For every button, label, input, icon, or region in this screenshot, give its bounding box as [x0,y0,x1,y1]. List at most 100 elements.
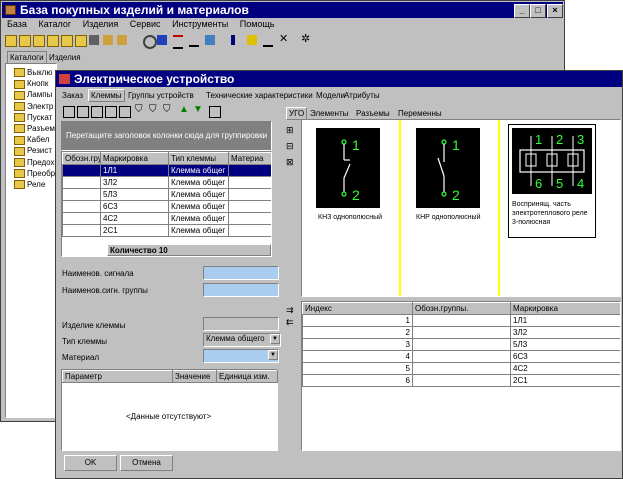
folder-delete-icon[interactable] [61,35,73,47]
table-cell[interactable] [412,314,511,327]
close-button[interactable]: × [547,4,563,18]
table-row[interactable]: 6С3 Клемма общег [62,200,271,213]
table-cell[interactable] [62,176,101,189]
attach-icon[interactable] [263,35,273,47]
chevron-down-icon[interactable]: ▼ [268,350,278,360]
column-header[interactable]: Материа [228,152,271,165]
table-cell[interactable]: Клемма общег [168,164,229,177]
table-cell[interactable] [62,188,101,201]
minimize-button[interactable]: _ [514,4,530,18]
tree-item[interactable]: Пускат [14,112,56,123]
chevron-down-icon[interactable]: ▼ [270,334,280,344]
tab-device-groups[interactable]: Группы устройств [128,90,194,101]
back-tab-catalogs[interactable]: Каталоги [7,51,47,63]
column-header[interactable]: Обозн.группы [62,152,101,165]
material-select[interactable]: ▼ [203,349,279,363]
catalog-tree[interactable]: Выклю Кнопк Лампы Электр Пускат Разъем Кабел Ре… [5,63,57,418]
info-icon[interactable] [231,35,235,45]
table-cell[interactable]: 1Л1 [510,314,620,327]
signal-name-input[interactable] [203,266,279,280]
table-cell[interactable] [228,188,271,201]
menu-item-base[interactable]: База [7,19,27,29]
table-cell[interactable]: 1Л1 [100,164,169,177]
tab-attributes[interactable]: Атрибуты [344,90,380,101]
dialog-titlebar[interactable]: Электрическое устройство [56,71,622,87]
insert-row-icon[interactable] [119,106,131,118]
table-cell[interactable] [62,200,101,213]
table-select-icon[interactable] [63,106,75,118]
folder-add-icon[interactable] [33,35,45,47]
tree-item[interactable]: Разъем [14,123,56,134]
export-icon[interactable] [209,106,221,118]
table-cell[interactable]: 6 [302,374,413,387]
table-cell[interactable] [412,374,511,387]
table-cell[interactable]: 2С1 [100,224,169,237]
print-icon[interactable] [103,35,113,45]
move-right-icon[interactable]: ⇉ [286,305,296,315]
table-cell[interactable] [62,164,101,177]
table-cell[interactable]: Клемма общег [168,200,229,213]
table-cell[interactable]: Клемма общег [168,188,229,201]
maximize-button[interactable]: □ [530,4,546,18]
edit-icon[interactable] [247,35,257,45]
tree-item[interactable]: Электр [14,101,56,112]
terminals-grid[interactable]: Обозн.группы Маркировка Тип клеммы Матер… [61,151,272,257]
group-by-panel[interactable]: Перетащите заголовок колонки сюда для гр… [61,121,272,151]
table-cell[interactable] [412,362,511,375]
filter-add-icon[interactable]: ⛉ [149,104,159,115]
table-cell[interactable]: 2 [302,326,413,339]
search-icon[interactable] [143,35,157,49]
table-cell[interactable]: Клемма общег [168,212,229,225]
filter-icon[interactable]: ⛉ [135,104,145,115]
table-icon[interactable] [77,106,89,118]
table-cell[interactable] [412,326,511,339]
table-row[interactable]: 1Л1 Клемма общег [62,164,271,177]
table-cell[interactable] [228,224,271,237]
signal-group-input[interactable] [203,283,279,297]
table-cell[interactable] [228,200,271,213]
table-row[interactable]: 2 3Л2 [302,326,620,339]
symbol-normally-closed[interactable]: 1 2 [316,128,380,208]
folder-icon[interactable] [5,35,17,47]
tab-specs[interactable]: Технические характеристики [206,90,313,101]
package-icon[interactable] [205,35,215,45]
menu-item-catalog[interactable]: Каталог [38,19,71,29]
back-window-titlebar[interactable]: База покупных изделий и материалов _ □ × [2,2,563,18]
sort-icon[interactable] [173,35,183,49]
table-cell[interactable]: 2С1 [510,374,620,387]
tab-elements[interactable]: Элементы [310,108,348,119]
table-cell[interactable]: Клемма общег [168,224,229,237]
params-grid[interactable]: Параметр Значение Единица изм. <Данные о… [61,369,278,451]
table-cell[interactable]: 4С2 [100,212,169,225]
symbol-normally-open[interactable]: 1 2 [416,128,480,208]
table-row[interactable]: 3 5Л3 [302,338,620,351]
delete-icon[interactable]: ✕ [279,33,289,45]
symbol-add-icon[interactable]: ⊞ [286,125,296,135]
table-cell[interactable] [228,176,271,189]
tree-item[interactable]: Преобр [14,168,56,179]
tree-item[interactable]: Кнопк [14,78,56,89]
table-cell[interactable]: 1 [302,314,413,327]
link-icon[interactable] [189,35,199,47]
tree-item[interactable]: Предох [14,157,56,168]
symbols-panel[interactable]: 1 2 КНЗ однополюсный 1 2 КНР однополюсны… [301,119,621,297]
column-header[interactable]: Маркировка [510,302,620,315]
table-cell[interactable]: 5Л3 [510,338,620,351]
elements-grid[interactable]: Индекс Обозн.группы. Маркировка 1 1Л1 2 3Л2… [301,301,621,451]
back-tab-items[interactable]: Изделия [47,52,85,63]
tab-variables[interactable]: Переменны [398,108,442,119]
tree-item[interactable]: Кабел [14,134,56,145]
save-icon[interactable] [117,35,127,45]
cancel-button[interactable]: Отмена [120,455,173,471]
table-cell[interactable]: 5Л3 [100,188,169,201]
column-header[interactable]: Единица изм. [216,370,278,383]
symbol-edit-icon[interactable]: ⊠ [286,157,296,167]
ok-button[interactable]: OK [64,455,117,471]
tab-terminals[interactable]: Клеммы [88,89,125,102]
terminal-type-select[interactable]: Клемма общего ▼ [203,333,281,347]
table-cell[interactable]: 3Л2 [510,326,620,339]
menu-item-tools[interactable]: Инструменты [172,19,228,29]
tab-connectors[interactable]: Разъемы [356,108,390,119]
terminal-item-input[interactable] [203,317,279,331]
menu-item-items[interactable]: Изделия [83,19,119,29]
